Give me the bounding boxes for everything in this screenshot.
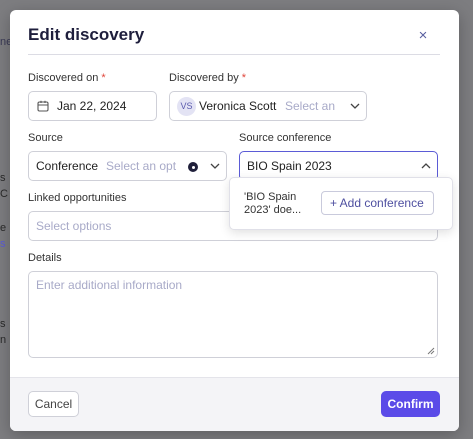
- background-fragment: s: [0, 238, 6, 250]
- calendar-icon: [37, 100, 49, 112]
- background-fragment: s: [0, 318, 6, 330]
- discovered-on-value: Jan 22, 2024: [57, 99, 127, 113]
- discovered-by-label: Discovered by *: [169, 72, 247, 84]
- chevron-up-icon: [421, 163, 431, 169]
- source-conference-dropdown: 'BIO Spain 2023' doe... + Add conference: [229, 177, 453, 230]
- background-fragment: e: [0, 222, 7, 234]
- background-fragment: C: [0, 188, 8, 200]
- confirm-button[interactable]: Confirm: [381, 391, 440, 417]
- source-value: Conference: [36, 159, 99, 173]
- details-placeholder: Enter additional information: [36, 278, 183, 292]
- source-conference-value: BIO Spain 2023: [247, 159, 332, 173]
- avatar: VS: [177, 97, 196, 116]
- dialog-title: Edit discovery: [28, 25, 145, 44]
- source-select[interactable]: Conference Select an opt: [28, 151, 227, 181]
- source-conference-label: Source conference: [239, 132, 332, 144]
- resize-handle-icon[interactable]: [427, 347, 435, 355]
- source-placeholder: Select an opt: [106, 159, 177, 173]
- no-match-message: 'BIO Spain 2023' doe...: [244, 191, 302, 216]
- discovered-by-value: Veronica Scott: [199, 99, 277, 113]
- discovered-on-date-field[interactable]: Jan 22, 2024: [28, 91, 157, 121]
- dialog-footer: Cancel Confirm: [10, 377, 459, 431]
- background-fragment: n: [0, 334, 7, 346]
- chevron-down-icon: [210, 163, 220, 169]
- discovered-by-placeholder: Select an: [285, 99, 336, 113]
- background-fragment: s: [0, 172, 6, 184]
- required-mark: *: [101, 72, 106, 84]
- clear-selection-icon[interactable]: [188, 162, 198, 172]
- title-divider: [28, 54, 440, 55]
- details-textarea[interactable]: Enter additional information: [28, 271, 438, 358]
- cancel-button[interactable]: Cancel: [28, 391, 79, 417]
- linked-opportunities-placeholder: Select options: [36, 219, 112, 233]
- required-mark: *: [241, 72, 247, 84]
- chevron-down-icon: [350, 103, 360, 109]
- linked-opportunities-label: Linked opportunities: [28, 192, 127, 204]
- discovered-on-label: Discovered on *: [28, 72, 106, 84]
- add-conference-button[interactable]: + Add conference: [321, 191, 434, 215]
- close-icon: ×: [418, 27, 428, 44]
- discovered-by-select[interactable]: VS Veronica Scott Select an: [169, 91, 367, 121]
- close-button[interactable]: ×: [413, 26, 433, 46]
- details-label: Details: [28, 252, 62, 264]
- source-label: Source: [28, 132, 63, 144]
